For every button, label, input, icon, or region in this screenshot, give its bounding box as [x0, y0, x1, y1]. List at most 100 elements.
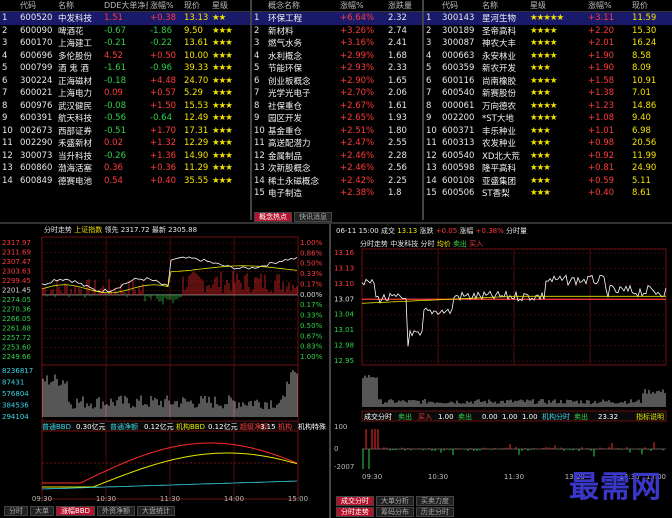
col-stars[interactable]: 星级	[528, 0, 586, 12]
table-row[interactable]: 12 金属制品 +2.46% 2.28	[252, 150, 422, 163]
tab-news[interactable]: 快讯消息	[294, 212, 332, 222]
table-row[interactable]: 10 002673 西部证券 -0.51 +1.70 17.31 ★★★	[0, 125, 250, 138]
tab-history-intraday[interactable]: 历史分时	[416, 507, 454, 517]
time-tick-label: 09:30	[362, 473, 382, 481]
tab-trade-strength[interactable]: 买卖力度	[416, 496, 454, 506]
table-row[interactable]: 9 600391 航天科技 -0.56 -0.64 12.49 ★★★	[0, 112, 250, 125]
concept-name: 电子制造	[268, 189, 303, 200]
table-row[interactable]: 14 600849 德赛电池 0.54 +0.40 35.55 ★★★	[0, 175, 250, 188]
col-code[interactable]: 代码	[18, 0, 56, 12]
table-row[interactable]: 11 高送配潜力 +2.47% 2.55	[252, 137, 422, 150]
table-row[interactable]: 11 600313 农发种业 ★★★ +0.98 20.56	[424, 137, 672, 150]
stock-name: 圣帝高科	[482, 26, 517, 37]
stock-chart-svg[interactable]: 13.16 13.13 13.10 13.07 13.04 13.01 12.98 12.95…	[332, 225, 672, 495]
table-row[interactable]: 5 节能环保 +2.93% 2.33	[252, 62, 422, 75]
tab-bbd[interactable]: 涨幅BBD	[56, 506, 95, 516]
table-row[interactable]: 13 600598 隆平高科 ★★★ +0.81 24.90	[424, 162, 672, 175]
concept-volume: 2.56	[388, 163, 407, 174]
concept-table: 概念名称 涨幅% 涨跌量 1 环保工程 +6.64% 2.32 2 新材料 +3.26% 2.…	[252, 0, 422, 210]
table-row[interactable]: 1 环保工程 +6.64% 2.32	[252, 11, 422, 25]
table-row[interactable]: 6 600116 尚南橡胶 ★★★★ +1.58 10.91	[424, 75, 672, 88]
col-concept-change[interactable]: 涨幅%	[338, 0, 386, 12]
stock-code: 000799	[20, 63, 53, 74]
price-value: 35.55	[184, 175, 209, 186]
table-row[interactable]: 6 300224 正海磁材 -0.18 +4.48 24.70 ★★★	[0, 75, 250, 88]
table-row[interactable]: 3 300087 神农大丰 ★★★★ +2.01 16.24	[424, 37, 672, 50]
table-row[interactable]: 4 000663 永安林业 ★★★★ +1.90 8.58	[424, 50, 672, 63]
table-row[interactable]: 7 光学光电子 +2.70% 2.06	[252, 87, 422, 100]
col-stars[interactable]: 星级	[210, 0, 250, 12]
col-price[interactable]: 现价	[182, 0, 210, 12]
table-row[interactable]: 2 300189 圣帝高科 ★★★★ +2.20 15.30	[424, 25, 672, 38]
watermark-logo: 最需网	[569, 470, 662, 505]
table-row[interactable]: 7 600540 新赛股份 ★★★ +1.38 7.01	[424, 87, 672, 100]
vol-header-label: 0.00	[482, 413, 498, 421]
change-value: +1.50	[150, 100, 177, 111]
row-index: 6	[254, 75, 260, 86]
table-row[interactable]: 11 002290 禾盛新材 0.02 +1.32 12.29 ★★★	[0, 137, 250, 150]
table-row[interactable]: 13 600860 渤海活塞 0.36 +0.36 11.29 ★★★	[0, 162, 250, 175]
col-code[interactable]: 代码	[440, 0, 480, 12]
tab-chip-distribution[interactable]: 筹码分布	[376, 507, 414, 517]
col-price[interactable]: 现价	[630, 0, 672, 12]
table-row[interactable]: 14 600108 亚盛集团 ★★★ +0.59 5.11	[424, 175, 672, 188]
table-row[interactable]: 12 600540 XD北大荒 ★★★ +0.92 11.99	[424, 150, 672, 163]
row-index: 7	[254, 88, 260, 99]
stock-name: 多伦股份	[58, 51, 93, 62]
table-row[interactable]: 1 300143 星河生物 ★★★★★ +3.11 11.59	[424, 11, 672, 25]
stock-name: 武汉健民	[58, 101, 93, 112]
tab-foreign-net[interactable]: 外资净额	[97, 506, 135, 516]
table-row[interactable]: 9 园区开发 +2.65% 1.93	[252, 112, 422, 125]
row-index: 4	[426, 50, 432, 61]
table-row[interactable]: 15 电子制造 +2.38% 1.8	[252, 187, 422, 200]
tab-concept-hot[interactable]: 概念热点	[254, 212, 292, 222]
row-index: 2	[2, 25, 8, 36]
table-row[interactable]: 8 000061 万向德农 ★★★★ +1.23 14.86	[424, 100, 672, 113]
index-chart-svg[interactable]: 2317.97 2311.692307.47 2303.632299.45 2201.…	[0, 225, 328, 505]
table-row[interactable]: 14 稀土永磁概念 +2.42% 2.25	[252, 175, 422, 188]
col-name[interactable]: 名称	[480, 0, 528, 12]
concept-volume: 2.06	[388, 88, 407, 99]
table-row[interactable]: 4 水利概念 +2.99% 1.68	[252, 50, 422, 63]
table-row[interactable]: 5 600359 新农开发 ★★★ +1.90 8.09	[424, 62, 672, 75]
tab-big-order[interactable]: 大单	[30, 506, 54, 516]
tab-order-analysis[interactable]: 大单分析	[376, 496, 414, 506]
change-value: +1.70	[150, 125, 177, 136]
col-concept-volume[interactable]: 涨跌量	[386, 0, 422, 12]
star-rating: ★★★	[212, 163, 233, 174]
concept-volume: 2.74	[388, 25, 407, 36]
table-row[interactable]: 1 600520 中发科技 1.51 +0.38 13.13 ★★	[0, 11, 250, 25]
pct-tick-label: 0.50%	[300, 322, 323, 330]
col-name[interactable]: 名称	[56, 0, 102, 12]
table-row[interactable]: 2 新材料 +3.26% 2.74	[252, 25, 422, 38]
col-change[interactable]: 涨幅%	[148, 0, 182, 12]
col-dde[interactable]: DDE大单净量	[102, 0, 148, 12]
table-row[interactable]: 2 600090 啤酒花 -0.67 -1.86 9.50 ★★★	[0, 25, 250, 38]
table-row[interactable]: 7 600021 上海电力 0.09 +0.57 5.29 ★★★	[0, 87, 250, 100]
star-rating: ★★★	[212, 63, 233, 74]
table-row[interactable]: 3 燃气水务 +3.16% 2.41	[252, 37, 422, 50]
col-concept-name[interactable]: 概念名称	[266, 0, 338, 12]
table-row[interactable]: 9 002200 *ST大地 ★★★★ +1.08 9.40	[424, 112, 672, 125]
table-row[interactable]: 5 000799 酒 鬼 酒 -1.61 -0.96 39.33 ★★★	[0, 62, 250, 75]
table-row[interactable]: 8 600976 武汉健民 -0.08 +1.50 15.53 ★★★	[0, 100, 250, 113]
table-row[interactable]: 10 基金重仓 +2.51% 1.80	[252, 125, 422, 138]
table-row[interactable]: 13 次新股概念 +2.46% 2.56	[252, 162, 422, 175]
table-row[interactable]: 15 600506 ST香梨 ★★★ +0.40 8.61	[424, 187, 672, 200]
concept-change: +2.70%	[340, 88, 375, 99]
table-row[interactable]: 4 600696 多伦股份 4.52 +0.50 10.00 ★★★	[0, 50, 250, 63]
tab-market-stats[interactable]: 大盘统计	[137, 506, 175, 516]
row-index: 1	[424, 11, 440, 25]
table-row[interactable]: 6 创业板概念 +2.90% 1.65	[252, 75, 422, 88]
tab-volume-intraday[interactable]: 成交分时	[336, 496, 374, 506]
row-index: 7	[426, 88, 432, 99]
table-row[interactable]: 10 600371 丰乐种业 ★★★ +1.01 6.98	[424, 125, 672, 138]
change-value: +1.23	[588, 100, 615, 111]
table-row[interactable]: 8 社保重仓 +2.67% 1.61	[252, 100, 422, 113]
col-change[interactable]: 涨幅%	[586, 0, 630, 12]
table-row[interactable]: 3 600170 上海建工 -0.21 -0.22 13.61 ★★★	[0, 37, 250, 50]
tab-intraday[interactable]: 分时	[4, 506, 28, 516]
tab-intraday-trend[interactable]: 分时走势	[336, 507, 374, 517]
stock-name: 上海建工	[58, 39, 93, 50]
table-row[interactable]: 12 300073 当升科技 -0.26 +1.36 14.90 ★★★	[0, 150, 250, 163]
